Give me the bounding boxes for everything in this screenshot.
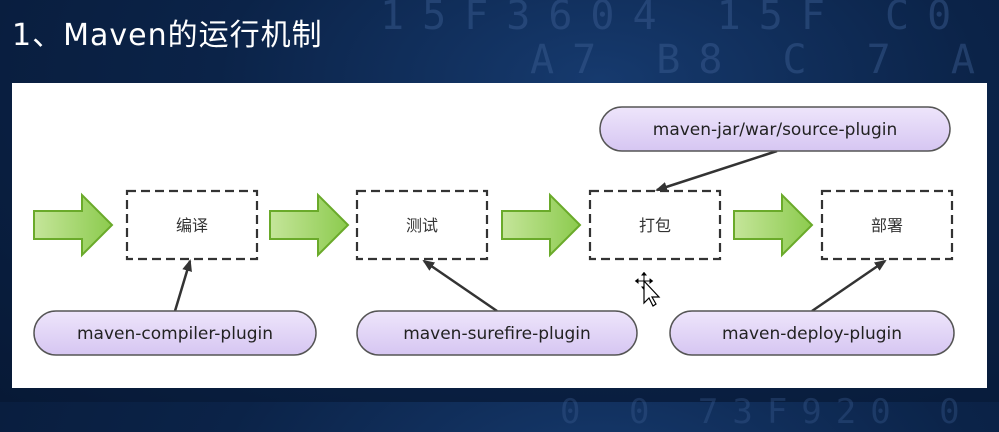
flow-arrow-1: [33, 192, 114, 258]
stage-test: 测试: [355, 189, 489, 261]
connector-surefire: [422, 259, 498, 313]
plugin-label-deploy: maven-deploy-plugin: [722, 324, 902, 344]
plugin-label-jar: maven-jar/war/source-plugin: [653, 120, 897, 140]
move-cursor-icon: [633, 270, 661, 307]
stage-label-deploy: 部署: [871, 216, 903, 235]
connector-deploy: [811, 259, 887, 313]
stage-label-test: 测试: [406, 216, 438, 235]
flow-arrow-4: [733, 192, 814, 258]
flow-arrow-3: [501, 192, 582, 258]
diagram-panel: 编译 测试 打包 部署 maven-compiler-plugin maven-…: [12, 83, 987, 388]
plugin-label-surefire: maven-surefire-plugin: [403, 324, 591, 344]
stage-label-compile: 编译: [176, 216, 208, 235]
stage-label-package: 打包: [639, 216, 671, 235]
plugin-surefire: maven-surefire-plugin: [356, 310, 638, 356]
stage-compile: 编译: [125, 189, 259, 261]
background-code-text-bottom: 0 0 73F920 0 4: [560, 392, 999, 432]
background-code-text: 15F3604 15F C0 A7 B8 C 7 A: [380, 0, 993, 83]
stage-deploy: 部署: [820, 189, 954, 261]
connector-jar: [655, 149, 778, 192]
slide-title: 1、Maven的运行机制: [12, 18, 323, 53]
plugin-label-compiler: maven-compiler-plugin: [77, 324, 273, 344]
plugin-deploy: maven-deploy-plugin: [669, 310, 955, 356]
plugin-compiler: maven-compiler-plugin: [33, 310, 317, 356]
flow-arrow-2: [269, 192, 350, 258]
plugin-jar: maven-jar/war/source-plugin: [599, 106, 951, 152]
maven-lifecycle-diagram: 编译 测试 打包 部署 maven-compiler-plugin maven-…: [33, 106, 955, 356]
stage-package: 打包: [588, 189, 722, 261]
connector-compiler: [173, 259, 192, 312]
